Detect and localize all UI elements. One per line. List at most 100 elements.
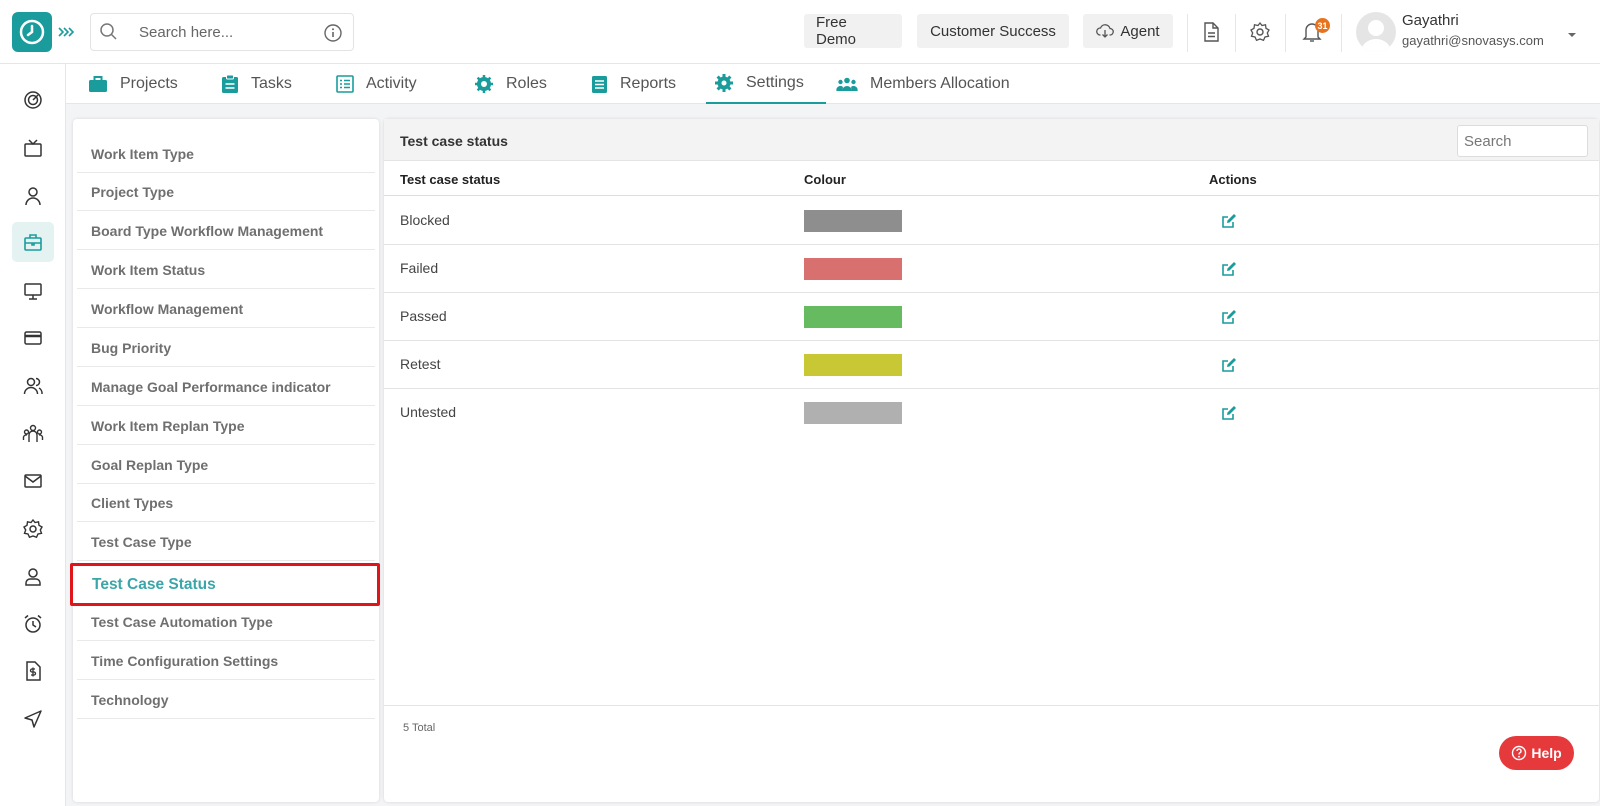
tab-members-allocation[interactable]: Members Allocation: [836, 64, 1010, 104]
menu-item-workflow-management[interactable]: Workflow Management: [77, 290, 375, 328]
free-demo-button[interactable]: Free Demo: [804, 14, 902, 48]
divider: [1187, 14, 1188, 52]
colour-swatch: [804, 210, 902, 232]
edit-icon[interactable]: [1220, 404, 1238, 422]
dashboard-icon[interactable]: [12, 80, 54, 120]
panel-header: Test case status: [384, 119, 1599, 161]
monitor-icon[interactable]: [12, 271, 54, 311]
colour-swatch: [804, 306, 902, 328]
colour-swatch: [804, 258, 902, 280]
list-icon: [336, 75, 354, 93]
tab-label: Members Allocation: [870, 75, 1010, 92]
users-icon: [836, 77, 858, 91]
module-tabs: Projects Tasks Activity Roles Reports Se…: [66, 64, 1600, 104]
menu-item-work-item-replan-type[interactable]: Work Item Replan Type: [77, 407, 375, 445]
send-icon[interactable]: [12, 699, 54, 739]
tab-label: Reports: [620, 75, 677, 92]
panel-footer-divider: [384, 705, 1599, 706]
tab-label: Projects: [120, 75, 178, 92]
agent-label: Agent: [1120, 22, 1160, 40]
clipboard-icon: [222, 74, 238, 93]
test-case-status-panel: Test case status Test case status Colour…: [384, 119, 1599, 802]
card-icon[interactable]: [12, 318, 54, 358]
edit-icon[interactable]: [1220, 356, 1238, 374]
customer-success-button[interactable]: Customer Success: [917, 14, 1069, 48]
menu-item-goal-replan-type[interactable]: Goal Replan Type: [77, 446, 375, 484]
tab-projects[interactable]: Projects: [88, 64, 178, 104]
mail-icon[interactable]: [12, 461, 54, 501]
divider: [1235, 14, 1236, 52]
menu-item-technology[interactable]: Technology: [77, 681, 375, 719]
column-header-colour[interactable]: Colour: [804, 172, 846, 187]
status-name: Failed: [400, 260, 439, 276]
tv-icon[interactable]: [12, 128, 54, 168]
settings-menu: Work Item Type Project Type Board Type W…: [70, 119, 380, 802]
users-icon[interactable]: [12, 366, 54, 406]
report-icon: [592, 75, 607, 93]
tab-tasks[interactable]: Tasks: [221, 64, 292, 104]
tab-settings[interactable]: Settings: [706, 64, 826, 104]
menu-item-goal-performance-indicator[interactable]: Manage Goal Performance indicator: [77, 368, 375, 406]
agent-button[interactable]: Agent: [1083, 14, 1173, 48]
user-email: gayathri@snovasys.com: [1402, 33, 1544, 48]
tab-activity[interactable]: Activity: [336, 64, 417, 104]
user-icon[interactable]: [12, 176, 54, 216]
menu-item-work-item-status[interactable]: Work Item Status: [77, 251, 375, 289]
left-rail: [0, 64, 66, 806]
alarm-icon[interactable]: [12, 604, 54, 644]
divider: [1285, 14, 1286, 52]
app-logo-icon[interactable]: [12, 12, 52, 52]
edit-icon[interactable]: [1220, 212, 1238, 230]
team-icon[interactable]: [12, 414, 54, 454]
briefcase-icon[interactable]: [12, 222, 54, 262]
settings-icon[interactable]: [1248, 20, 1272, 44]
menu-item-test-case-status[interactable]: Test Case Status: [70, 563, 380, 606]
edit-icon[interactable]: [1220, 308, 1238, 326]
profile-icon[interactable]: [12, 557, 54, 597]
cloud-download-icon: [1096, 24, 1115, 38]
menu-item-project-type[interactable]: Project Type: [77, 173, 375, 211]
top-bar: Free Demo Customer Success Agent 31 Gaya…: [0, 0, 1600, 64]
column-header-actions: Actions: [1209, 172, 1257, 187]
table-row: Passed: [384, 293, 1599, 341]
status-name: Blocked: [400, 212, 450, 228]
tab-label: Tasks: [251, 75, 292, 92]
menu-item-board-type-workflow[interactable]: Board Type Workflow Management: [77, 212, 375, 250]
info-icon[interactable]: [323, 23, 343, 43]
gear-icon[interactable]: [12, 509, 54, 549]
help-button[interactable]: Help: [1499, 736, 1574, 770]
expand-menu-icon[interactable]: [56, 22, 76, 42]
chevron-down-icon[interactable]: [1566, 27, 1578, 37]
tab-label: Activity: [366, 75, 417, 92]
status-name: Untested: [400, 404, 457, 420]
menu-item-time-configuration[interactable]: Time Configuration Settings: [77, 642, 375, 680]
user-name: Gayathri: [1402, 12, 1459, 29]
roles-gear-icon: [475, 75, 493, 93]
tab-reports[interactable]: Reports: [591, 64, 676, 104]
table-row: Retest: [384, 341, 1599, 389]
tab-roles[interactable]: Roles: [474, 64, 547, 104]
settings-gear-icon: [715, 74, 733, 92]
invoice-icon[interactable]: [12, 651, 54, 691]
table-header: Test case status Colour Actions: [384, 162, 1599, 196]
menu-item-work-item-type[interactable]: Work Item Type: [77, 135, 375, 173]
avatar[interactable]: [1356, 12, 1396, 52]
table-row: Failed: [384, 245, 1599, 293]
column-header-status[interactable]: Test case status: [400, 172, 500, 187]
panel-title: Test case status: [400, 133, 508, 149]
global-search: [90, 13, 354, 51]
table-row: Blocked: [384, 197, 1599, 245]
help-label: Help: [1531, 745, 1562, 761]
briefcase-icon: [89, 76, 107, 92]
edit-icon[interactable]: [1220, 260, 1238, 278]
menu-item-test-case-automation-type[interactable]: Test Case Automation Type: [77, 603, 375, 641]
colour-swatch: [804, 354, 902, 376]
menu-item-client-types[interactable]: Client Types: [77, 484, 375, 522]
panel-search-input[interactable]: [1457, 125, 1588, 157]
search-input[interactable]: [139, 22, 309, 42]
menu-item-bug-priority[interactable]: Bug Priority: [77, 329, 375, 367]
status-name: Passed: [400, 308, 447, 324]
document-icon[interactable]: [1199, 20, 1223, 44]
menu-item-test-case-type[interactable]: Test Case Type: [77, 523, 375, 561]
total-count: 5 Total: [403, 722, 436, 734]
